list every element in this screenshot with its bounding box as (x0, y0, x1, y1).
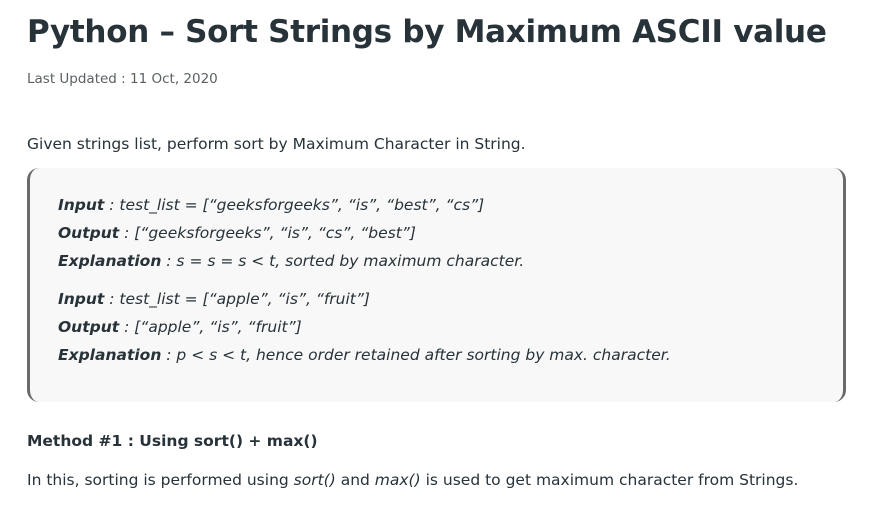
code-max: max() (374, 471, 421, 489)
output-value: : [“geeksforgeeks”, “is”, “cs”, “best”] (119, 224, 416, 242)
method-heading: Method #1 : Using sort() + max() (27, 432, 318, 450)
explanation-label: Explanation (58, 346, 162, 364)
last-updated: Last Updated : 11 Oct, 2020 (27, 71, 218, 87)
text: In this, sorting is performed using (27, 471, 294, 489)
example-2-input: Input : test_list = [“apple”, “is”, “fru… (58, 290, 370, 308)
output-value: : [“apple”, “is”, “fruit”] (119, 318, 302, 336)
page-title: Python – Sort Strings by Maximum ASCII v… (27, 14, 827, 50)
text: is used to get maximum character from St… (420, 471, 799, 489)
example-2-explanation: Explanation : p < s < t, hence order ret… (58, 346, 671, 364)
example-2-output: Output : [“apple”, “is”, “fruit”] (58, 318, 302, 336)
input-label: Input (58, 290, 105, 308)
output-label: Output (58, 224, 120, 242)
example-box: Input : test_list = [“geeksforgeeks”, “i… (27, 168, 846, 402)
method-description: In this, sorting is performed using sort… (27, 471, 798, 489)
explanation-value: : p < s < t, hence order retained after … (161, 346, 671, 364)
example-1-explanation: Explanation : s = s = s < t, sorted by m… (58, 252, 524, 270)
text: and (335, 471, 375, 489)
code-sort: sort() (293, 471, 336, 489)
input-value: : test_list = [“geeksforgeeks”, “is”, “b… (104, 196, 485, 214)
example-1-input: Input : test_list = [“geeksforgeeks”, “i… (58, 196, 484, 214)
intro-text: Given strings list, perform sort by Maxi… (27, 135, 526, 153)
explanation-label: Explanation (58, 252, 162, 270)
output-label: Output (58, 318, 120, 336)
input-label: Input (58, 196, 105, 214)
explanation-value: : s = s = s < t, sorted by maximum chara… (161, 252, 525, 270)
input-value: : test_list = [“apple”, “is”, “fruit”] (104, 290, 370, 308)
example-1-output: Output : [“geeksforgeeks”, “is”, “cs”, “… (58, 224, 416, 242)
